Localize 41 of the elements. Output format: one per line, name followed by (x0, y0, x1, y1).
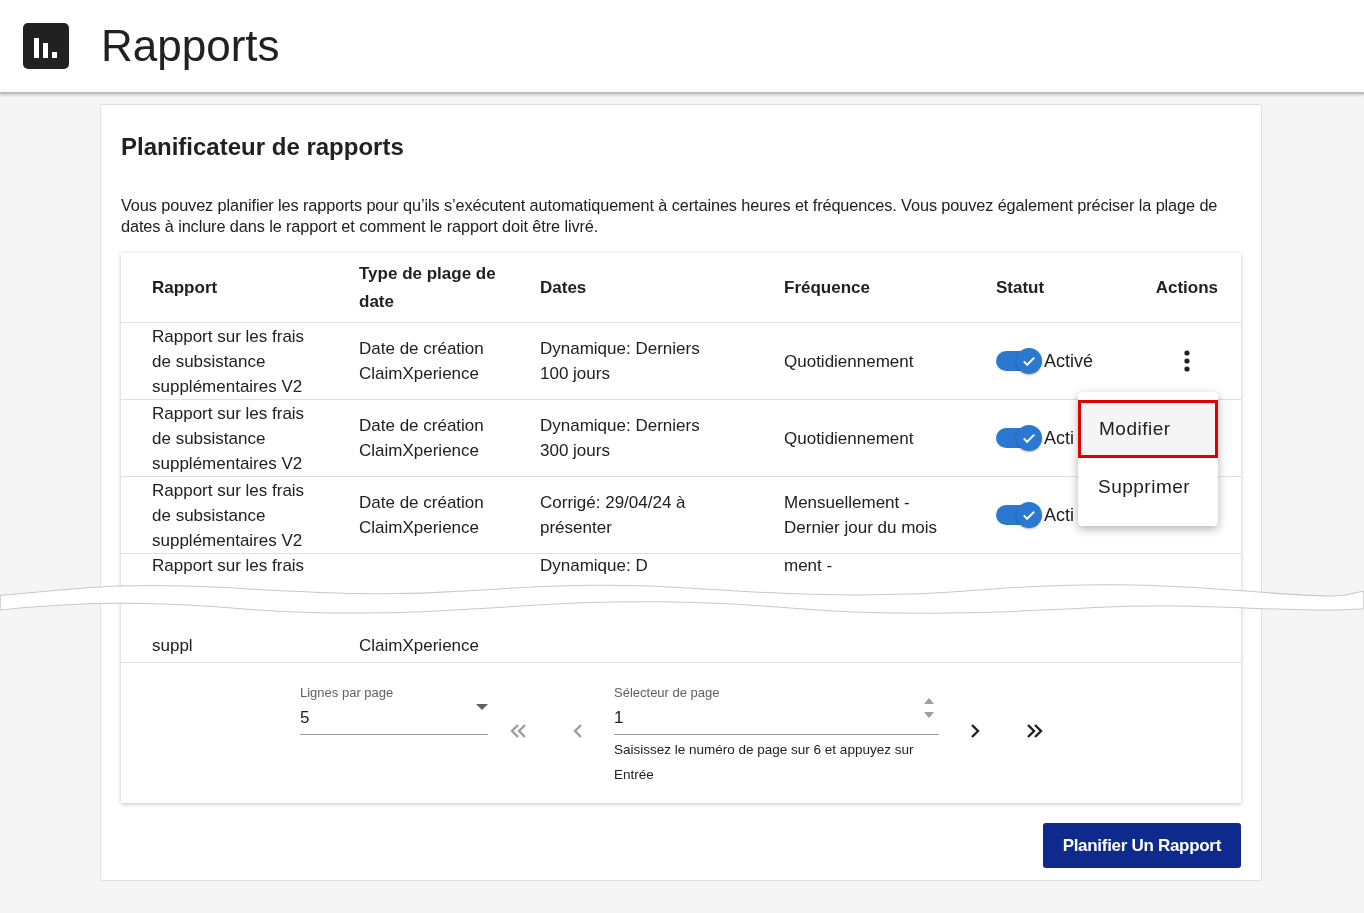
table-cell: Rapport sur les frais (152, 556, 305, 576)
table-cell-text: Quotidiennement (784, 350, 915, 373)
column-header: Dates (540, 276, 588, 299)
card-title: Planificateur de rapports (121, 133, 405, 161)
dropdown-caret-icon[interactable] (476, 704, 488, 710)
table-cell-text: Date de création ClaimXperience (359, 492, 485, 539)
card-description: Vous pouvez planifier les rapports pour qu’ils s’exécutent automatiquement à certaines heures et fréquences. Vous pouvez également préciser la plage de dates à inclure dans le rapport et comment le rapport doit être livré. (121, 195, 1219, 237)
table-cell-text: Rapport sur les frais de subsistance supplémentaires V2 (152, 325, 306, 398)
status-toggle[interactable] (996, 428, 1040, 448)
bar-chart-icon (23, 23, 69, 69)
table-cell-text: Date de création ClaimXperience (359, 415, 485, 462)
page-title: Rapports (101, 21, 280, 71)
status-toggle[interactable] (996, 351, 1040, 371)
page-selector-hint: Saisissez le numéro de page sur 6 et appuyez sur Entrée (614, 741, 915, 784)
table-cell: ment - (784, 556, 833, 576)
table-cell-text: Mensuellement - Dernier jour du mois (784, 492, 939, 539)
schedule-report-button[interactable]: Planifier Un Rapport (1042, 823, 1241, 868)
column-header: Actions (1154, 276, 1218, 299)
table-cell: Dynamique: D (540, 556, 648, 576)
menu-item[interactable]: Supprimer (1078, 458, 1218, 516)
table-cell-text: Date de création ClaimXperience (359, 338, 485, 385)
column-header: Fréquence (784, 276, 871, 299)
table-cell-text: Corrigé: 29/04/24 à présenter (540, 492, 687, 539)
status-label: Acti (1044, 503, 1074, 527)
menu-item[interactable]: Modifier (1078, 400, 1218, 458)
table-cell-text: Dynamique: Derniers 300 jours (540, 415, 701, 462)
table-cell: suppl (152, 636, 193, 656)
column-header: Rapport (152, 276, 219, 299)
table-cell-text: Quotidiennement (784, 427, 915, 450)
status-toggle[interactable] (996, 505, 1040, 525)
table-cell-text: Dynamique: Derniers 100 jours (540, 338, 701, 385)
more-icon[interactable] (1184, 350, 1190, 372)
table-cell-text: Rapport sur les frais de subsistance supplémentaires V2 (152, 402, 306, 475)
status-label: Acti (1044, 426, 1074, 450)
rows-per-page-select[interactable]: Lignes par page 5 (300, 685, 488, 735)
column-header: Type de plage de date (359, 262, 497, 313)
column-header: Statut (996, 276, 1046, 299)
status-label: Activé (1044, 349, 1094, 373)
page-selector-field[interactable]: Sélecteur de page 1 (614, 685, 939, 735)
table-cell: ClaimXperience (359, 636, 479, 656)
table-cell-text: Rapport sur les frais de subsistance supplémentaires V2 (152, 479, 306, 552)
